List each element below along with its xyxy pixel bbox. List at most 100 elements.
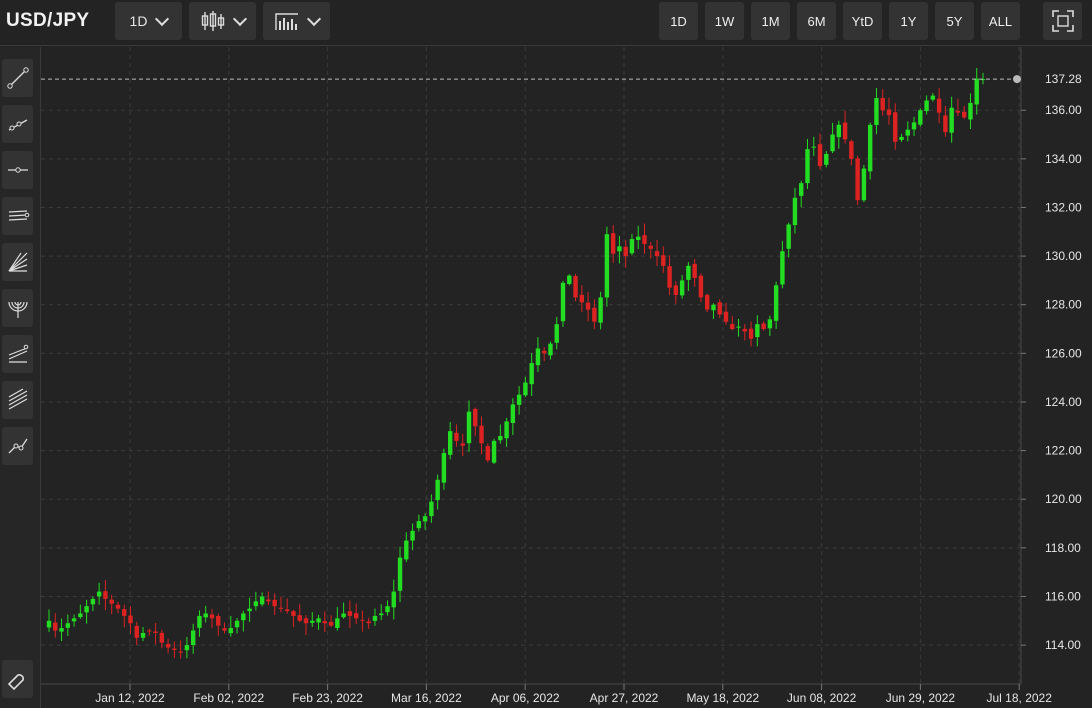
candle	[673, 281, 679, 304]
parallel-channel-tool[interactable]	[2, 197, 33, 235]
candle-body	[479, 425, 484, 444]
candle-body	[642, 235, 647, 244]
candle-body	[560, 282, 566, 322]
candle	[498, 424, 503, 444]
candle-body	[291, 611, 296, 616]
fib-arcs-tool[interactable]	[2, 289, 33, 327]
candle-body	[654, 251, 660, 257]
candle	[404, 532, 409, 563]
candle	[266, 591, 271, 606]
range-1y-button[interactable]: 1Y	[889, 2, 928, 40]
pitchfork-icon	[8, 344, 28, 363]
candle-body	[886, 109, 892, 116]
candle	[773, 281, 779, 329]
candle-body	[366, 621, 371, 624]
candle-body	[241, 613, 246, 621]
candle-body	[943, 115, 948, 133]
candle-body	[115, 604, 121, 609]
candle	[322, 611, 328, 633]
trend-line-icon	[6, 67, 29, 89]
candle-body	[153, 631, 158, 633]
candle	[811, 136, 816, 157]
candle-body	[109, 599, 114, 604]
fib-channel-tool[interactable]	[2, 381, 33, 419]
candle-body	[360, 619, 365, 621]
y-axis-ticks: 114.00 116.00 118.00 120.00 122.00 124.00 126.…	[1021, 103, 1082, 652]
candle	[968, 93, 973, 129]
candle-body	[617, 246, 622, 252]
candle	[96, 582, 102, 605]
candle-body	[573, 276, 578, 298]
candle-body	[529, 363, 534, 385]
candle-body	[792, 197, 798, 226]
candle	[786, 222, 791, 258]
candle-body	[172, 648, 177, 650]
candle-body	[372, 615, 378, 621]
candle	[529, 353, 534, 397]
last-price-line: 137.28	[41, 72, 1082, 86]
range-1m-button[interactable]: 1M	[751, 2, 790, 40]
fullscreen-button[interactable]	[1043, 2, 1082, 40]
x-tick-label: Jul 18, 2022	[987, 691, 1053, 705]
candle	[567, 274, 572, 286]
candle-body	[542, 350, 547, 354]
chart-type-dropdown[interactable]	[189, 2, 256, 40]
candlestick-chart[interactable]: 114.00 116.00 118.00 120.00 122.00 124.00 126.…	[41, 47, 1092, 708]
candle	[874, 87, 879, 135]
candle-body	[128, 615, 133, 624]
interval-dropdown[interactable]: 1D	[115, 2, 182, 40]
candle-body	[441, 453, 447, 483]
candle-body	[272, 599, 277, 607]
fib-fan-tool[interactable]	[2, 243, 33, 281]
candle-body	[322, 621, 328, 624]
candle	[360, 610, 365, 632]
candle-body	[429, 501, 434, 517]
candle-body	[723, 311, 729, 322]
pitchfork-tool[interactable]	[2, 335, 33, 373]
indicators-dropdown[interactable]	[263, 2, 330, 40]
range-1d-button[interactable]: 1D	[659, 2, 698, 40]
range-all-button[interactable]: ALL	[981, 2, 1020, 40]
trend-line-tool[interactable]	[2, 59, 33, 97]
candle	[140, 627, 146, 642]
candle	[867, 122, 873, 180]
candle-body	[805, 149, 810, 184]
horizontal-line-tool[interactable]	[2, 151, 33, 189]
candle	[335, 607, 340, 631]
range-1w-button[interactable]: 1W	[705, 2, 744, 40]
candle-body	[648, 245, 653, 249]
candle-body	[523, 382, 528, 396]
candle-body	[692, 263, 697, 278]
candle	[485, 443, 490, 463]
horizontal-line-icon	[7, 167, 28, 173]
candle	[654, 239, 660, 267]
candle-body	[968, 102, 973, 120]
candle-body	[730, 324, 735, 330]
y-tick-label: 120.00	[1045, 492, 1082, 506]
candle-body	[961, 111, 967, 118]
candle-body	[974, 78, 979, 105]
candle-body	[516, 394, 522, 405]
candle-body	[767, 319, 773, 329]
path-tool[interactable]	[2, 427, 33, 465]
range-5y-button[interactable]: 5Y	[935, 2, 974, 40]
candle-body	[880, 97, 885, 111]
candle	[899, 133, 904, 142]
candle	[259, 592, 265, 607]
x-tick-label: May 18, 2022	[686, 691, 759, 705]
candle-body	[178, 651, 183, 653]
candle	[291, 609, 296, 628]
fullscreen-icon	[1051, 10, 1074, 32]
candle	[347, 600, 353, 629]
candle-body	[905, 129, 910, 136]
candle-body	[755, 324, 760, 338]
ray-icon	[8, 119, 27, 131]
candle	[153, 622, 158, 645]
candle-body	[147, 630, 152, 632]
x-tick-label: Jun 08, 2022	[787, 691, 857, 705]
ray-tool[interactable]	[2, 105, 33, 143]
range-6m-button[interactable]: 6M	[797, 2, 836, 40]
magnet-tool[interactable]	[2, 660, 33, 698]
range-ytd-button[interactable]: YtD	[843, 2, 882, 40]
candle	[780, 241, 785, 289]
